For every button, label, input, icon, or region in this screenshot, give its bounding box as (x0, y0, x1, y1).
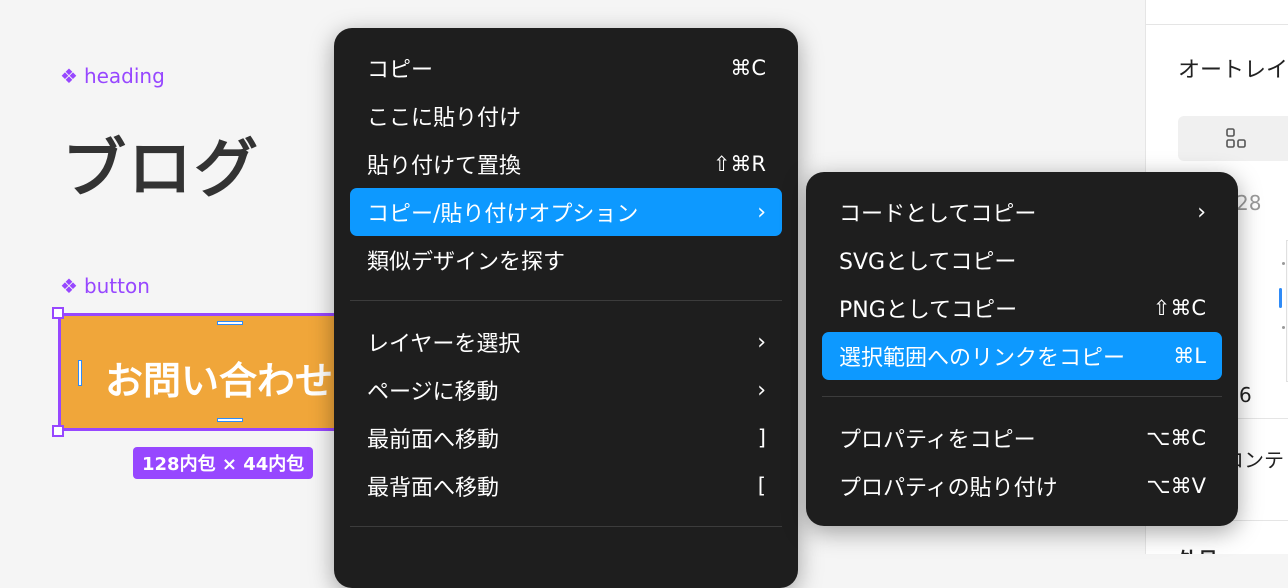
menu-item-send-to-back[interactable]: 最背面へ移動 [ (350, 462, 782, 510)
chevron-right-icon: › (1197, 199, 1206, 225)
component-icon: ❖ (60, 274, 78, 298)
menu-item-label: 貼り付けて置換 (367, 154, 522, 179)
menu-item-copy-paste-options[interactable]: コピー/貼り付けオプション › (350, 188, 782, 236)
menu-item-copy[interactable]: コピー ⌘C (350, 44, 782, 92)
button-layer-name: button (83, 274, 150, 298)
size-badge: 128内包 × 44内包 (133, 447, 314, 479)
chevron-right-icon: › (757, 329, 766, 355)
menu-item-label: プロパティをコピー (839, 428, 1036, 453)
menu-item-shortcut: ⌥⌘V (1146, 474, 1206, 498)
menu-item-bring-to-front[interactable]: 最前面へ移動 ] (350, 414, 782, 462)
menu-item-shortcut: ⇧⌘R (712, 152, 766, 176)
menu-item-label: 類似デザインを探す (367, 250, 566, 275)
submenu-item-copy-properties[interactable]: プロパティをコピー ⌥⌘C (822, 414, 1222, 462)
menu-item-find-similar[interactable]: 類似デザインを探す (350, 236, 782, 284)
button-layer-label[interactable]: ❖ button (60, 274, 150, 298)
menu-item-label: コードとしてコピー (839, 202, 1037, 227)
menu-item-shortcut: ] (757, 426, 766, 450)
menu-item-paste-replace[interactable]: 貼り付けて置換 ⇧⌘R (350, 140, 782, 188)
submenu-item-copy-as-svg[interactable]: SVGとしてコピー (822, 236, 1222, 284)
menu-item-label: ここに貼り付け (367, 106, 522, 131)
alignment-dot (1282, 326, 1285, 329)
padding-value[interactable]: 6 (1239, 383, 1252, 407)
menu-item-move-to-page[interactable]: ページに移動 › (350, 366, 782, 414)
menu-separator (350, 526, 782, 527)
menu-item-label: PNGとしてコピー (839, 298, 1018, 323)
menu-item-label: 最前面へ移動 (367, 428, 500, 453)
heading-layer-label[interactable]: ❖ heading (60, 64, 165, 88)
heading-text[interactable]: ブログ (62, 118, 260, 210)
menu-item-shortcut: ⌘C (730, 56, 766, 80)
menu-separator (350, 300, 782, 301)
menu-item-shortcut: ⇧⌘C (1152, 296, 1206, 320)
menu-item-select-layer[interactable]: レイヤーを選択 › (350, 318, 782, 366)
menu-item-shortcut: [ (757, 474, 766, 498)
appearance-section-title: 外見 (1178, 544, 1218, 554)
resize-handle-bottom-left[interactable] (52, 425, 64, 437)
alignment-dot (1282, 262, 1285, 265)
chevron-right-icon: › (757, 199, 766, 225)
padding-handle-top[interactable] (217, 321, 243, 325)
menu-item-label: レイヤーを選択 (367, 332, 521, 357)
menu-item-label: コピー/貼り付けオプション (367, 202, 639, 227)
submenu-item-copy-link-to-selection[interactable]: 選択範囲へのリンクをコピー ⌘L (822, 332, 1222, 380)
menu-item-label: プロパティの貼り付け (839, 476, 1058, 501)
heading-layer-name: heading (83, 64, 165, 88)
padding-handle-bottom[interactable] (217, 418, 243, 422)
component-icon: ❖ (60, 64, 78, 88)
auto-layout-title: オートレイ (1178, 58, 1288, 83)
context-menu: コピー ⌘C ここに貼り付け 貼り付けて置換 ⇧⌘R コピー/貼り付けオプション… (334, 28, 798, 588)
menu-item-label: コピー (367, 58, 434, 83)
menu-item-label: ページに移動 (367, 380, 499, 405)
selected-button-frame[interactable]: お問い合わせ (58, 313, 358, 431)
panel-divider (1146, 24, 1288, 25)
resize-handle-top-left[interactable] (52, 307, 64, 319)
button-text: お問い合わせ (105, 359, 334, 403)
menu-item-paste-here[interactable]: ここに貼り付け (350, 92, 782, 140)
menu-item-label: SVGとしてコピー (839, 250, 1017, 275)
copy-paste-submenu: コードとしてコピー › SVGとしてコピー PNGとしてコピー ⇧⌘C 選択範囲… (806, 172, 1238, 526)
menu-separator (822, 396, 1222, 397)
padding-handle-left[interactable] (78, 360, 82, 386)
menu-item-label: 選択範囲へのリンクをコピー (839, 346, 1126, 371)
alignment-indicator (1279, 288, 1282, 308)
menu-item-label: 最背面へ移動 (367, 476, 500, 501)
submenu-item-copy-as-png[interactable]: PNGとしてコピー ⇧⌘C (822, 284, 1222, 332)
menu-item-shortcut: ⌘L (1173, 344, 1206, 368)
auto-layout-grid-icon[interactable] (1224, 126, 1248, 155)
gap-value[interactable]: 28 (1236, 191, 1261, 215)
menu-item-shortcut: ⌥⌘C (1146, 426, 1206, 450)
submenu-item-copy-as-code[interactable]: コードとしてコピー › (822, 188, 1222, 236)
submenu-item-paste-properties[interactable]: プロパティの貼り付け ⌥⌘V (822, 462, 1222, 510)
chevron-right-icon: › (757, 377, 766, 403)
